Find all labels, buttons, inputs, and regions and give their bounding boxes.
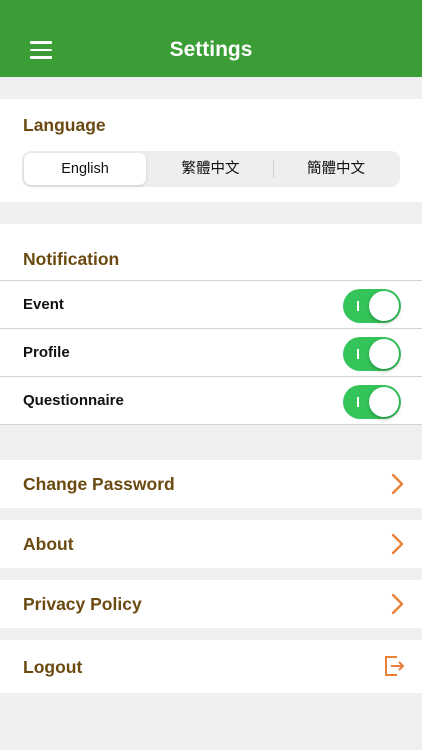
toggle-on-indicator bbox=[357, 301, 359, 311]
privacy-policy-label: Privacy Policy bbox=[23, 594, 142, 614]
chevron-right-icon bbox=[391, 533, 404, 555]
notification-label: Profile bbox=[23, 344, 70, 361]
language-option-simplified-chinese[interactable]: 簡體中文 bbox=[274, 153, 398, 185]
notification-row-profile: Profile bbox=[0, 328, 422, 376]
page-title: Settings bbox=[169, 38, 253, 61]
language-segmented-control: English 繁體中文 簡體中文 bbox=[22, 151, 400, 187]
notification-row-questionnaire: Questionnaire bbox=[0, 376, 422, 425]
notification-row-event: Event bbox=[0, 280, 422, 328]
profile-toggle[interactable] bbox=[343, 337, 401, 371]
privacy-policy-row[interactable]: Privacy Policy bbox=[0, 580, 422, 628]
logout-row[interactable]: Logout bbox=[0, 640, 422, 693]
language-option-english[interactable]: English bbox=[24, 153, 146, 185]
language-section-title: Language bbox=[23, 115, 106, 135]
app-header: Settings bbox=[0, 0, 422, 77]
change-password-label: Change Password bbox=[23, 474, 175, 494]
language-option-traditional-chinese[interactable]: 繁體中文 bbox=[148, 153, 273, 185]
toggle-knob bbox=[369, 387, 399, 417]
notification-section: Notification Event Profile Questionnaire bbox=[0, 224, 422, 425]
about-label: About bbox=[23, 534, 74, 554]
chevron-right-icon bbox=[391, 593, 404, 615]
toggle-knob bbox=[369, 291, 399, 321]
questionnaire-toggle[interactable] bbox=[343, 385, 401, 419]
notification-label: Questionnaire bbox=[23, 392, 124, 409]
chevron-right-icon bbox=[391, 473, 404, 495]
notification-label: Event bbox=[23, 296, 64, 313]
event-toggle[interactable] bbox=[343, 289, 401, 323]
about-row[interactable]: About bbox=[0, 520, 422, 568]
logout-label: Logout bbox=[23, 657, 83, 677]
toggle-on-indicator bbox=[357, 349, 359, 359]
change-password-row[interactable]: Change Password bbox=[0, 460, 422, 508]
toggle-on-indicator bbox=[357, 397, 359, 407]
language-section: Language English 繁體中文 簡體中文 bbox=[0, 99, 422, 202]
logout-icon bbox=[385, 656, 405, 676]
notification-section-title: Notification bbox=[23, 249, 120, 269]
toggle-knob bbox=[369, 339, 399, 369]
